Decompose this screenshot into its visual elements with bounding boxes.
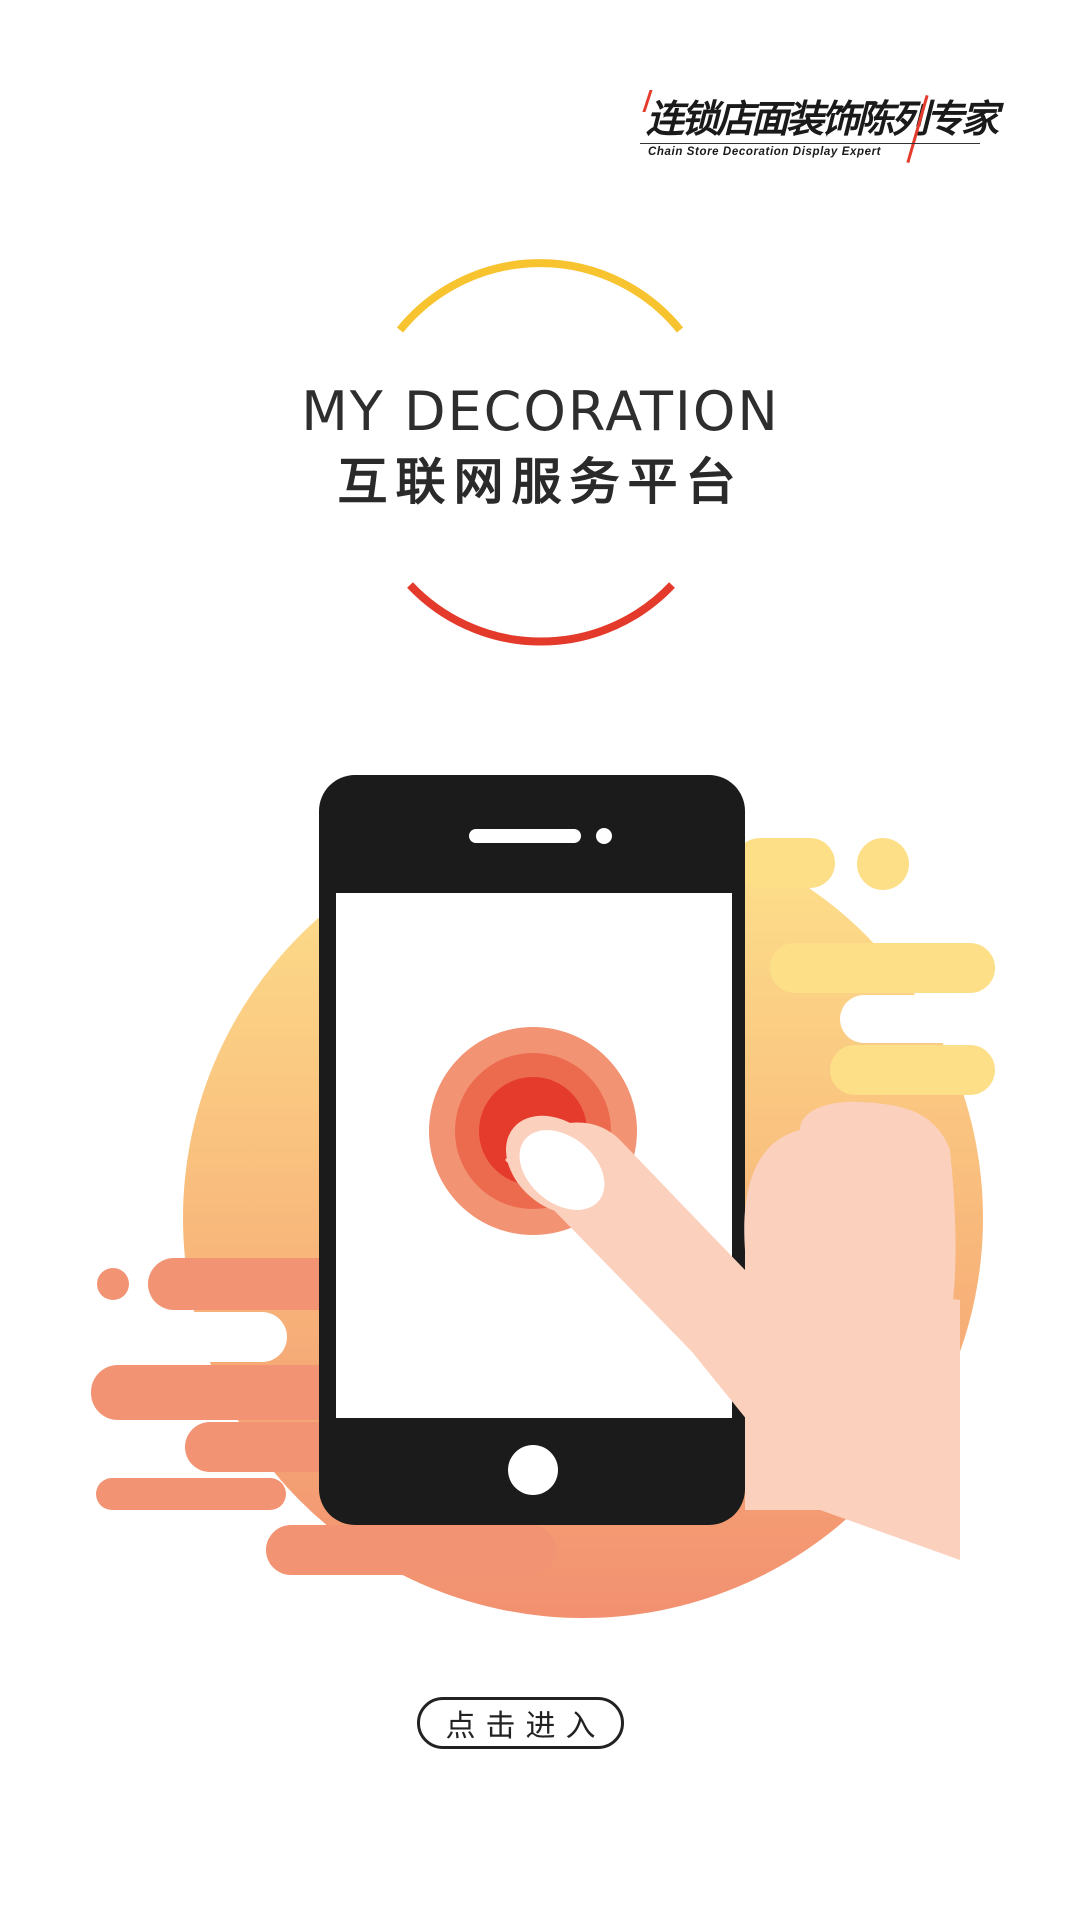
phone-home-button — [508, 1445, 558, 1495]
phone-tap-illustration — [72, 775, 1000, 1618]
phone-camera — [596, 828, 612, 844]
phone-speaker — [469, 829, 581, 843]
enter-button[interactable]: 点击进入 — [417, 1697, 624, 1749]
